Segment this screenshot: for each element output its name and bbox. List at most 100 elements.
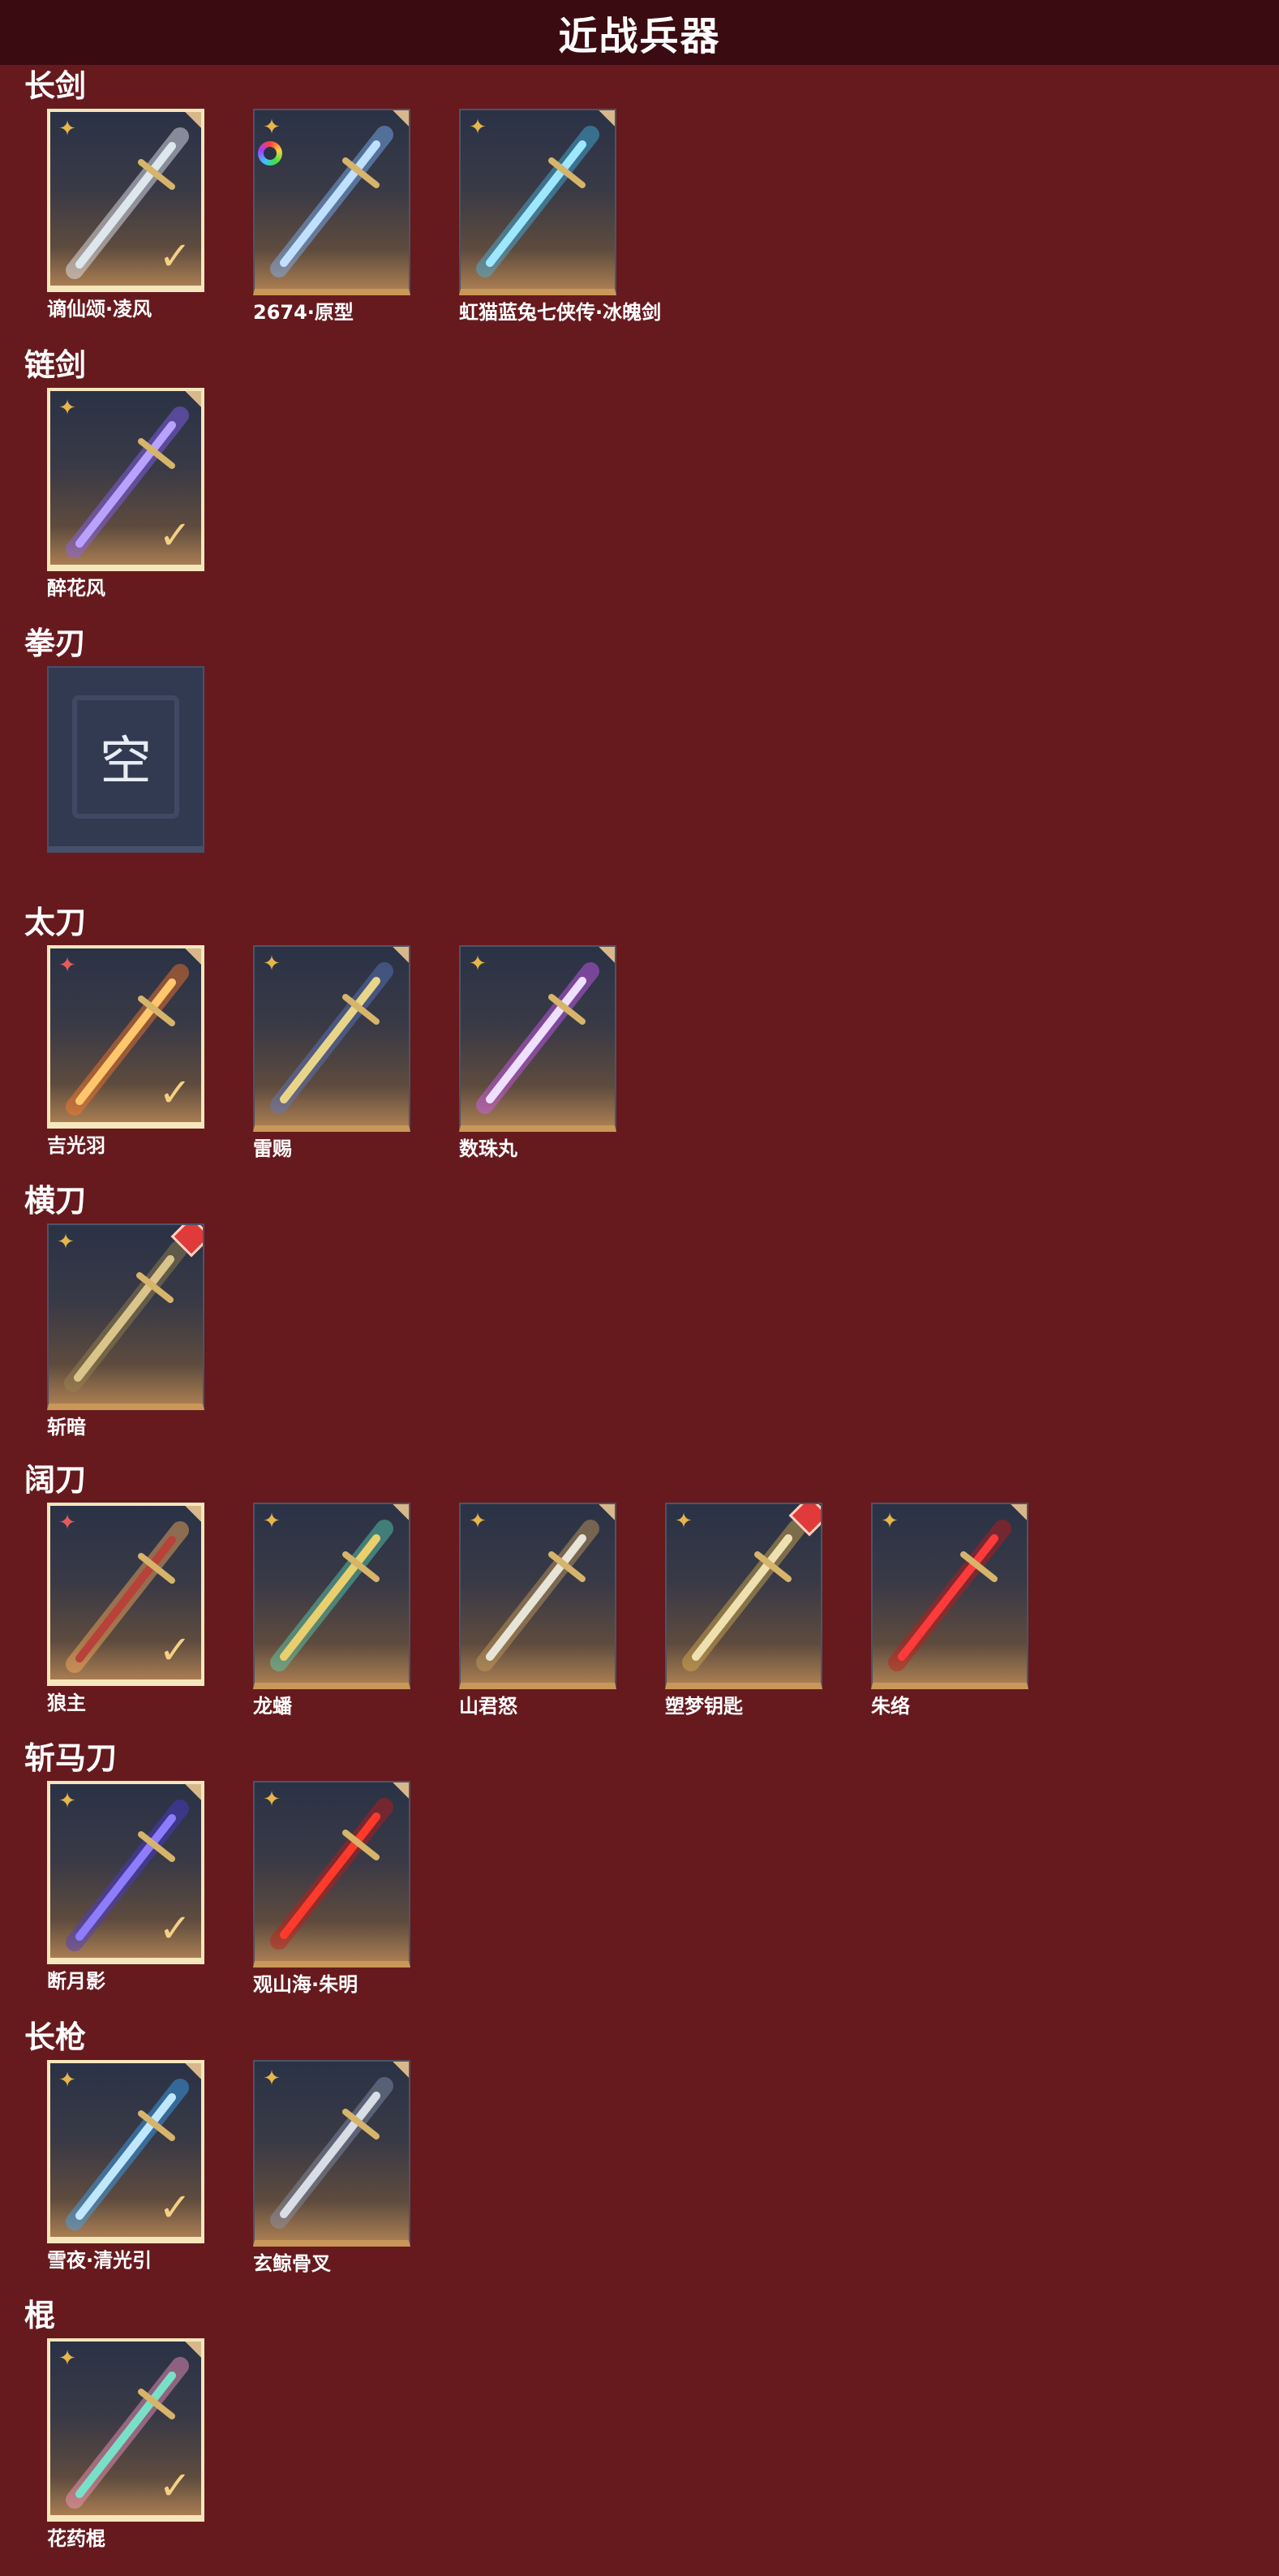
corner-mark-icon [183,1506,201,1524]
section-title: 长枪 [24,2019,87,2055]
weapon-blade [280,1813,380,1939]
weapon-item[interactable]: ✦ 塑梦钥匙 [665,1503,822,1718]
rarity-star-icon: ✦ [263,115,281,140]
weapon-row: ✦ ✓ 雪夜·清光引 ✦ 玄鲸骨叉 [47,2060,410,2276]
weapon-blade [280,2092,380,2218]
weapon-item[interactable]: ✦ 斩暗 [47,1223,204,1439]
weapon-card[interactable]: ✦ [459,109,616,295]
corner-mark-icon [597,1504,615,1522]
corner-mark-icon [183,1784,201,1802]
weapon-item[interactable]: ✦ ✓ 花药棍 [47,2338,204,2551]
weapon-card[interactable]: ✦ [253,1781,410,1967]
weapon-item[interactable]: ✦ ✓ 谪仙颂·凌风 [47,109,204,325]
corner-mark-icon [183,391,201,409]
section-title: 阔刀 [24,1462,87,1498]
weapon-card[interactable]: ✦ ✓ [47,1503,204,1686]
weapon-blade [280,977,380,1103]
weapon-card[interactable]: ✦ [871,1503,1028,1689]
section-7: 长枪 ✦ ✓ 雪夜·清光引 ✦ 玄鲸骨叉 [0,2019,1279,2287]
corner-mark-icon [183,2063,201,2081]
weapon-row: ✦ ✓ 谪仙颂·凌风 ✦ 2674·原型 ✦ 虹猫蓝兔七侠传·冰魄剑 [47,109,662,325]
weapon-name: 数珠丸 [459,1137,517,1160]
weapon-item[interactable]: ✦ ✓ 狼主 [47,1503,204,1718]
corner-mark-icon [391,947,409,965]
weapon-card[interactable]: ✦ [253,945,410,1132]
weapon-blade [280,140,380,267]
section-title: 棍 [24,2298,56,2333]
section-6: 斩马刀 ✦ ✓ 断月影 ✦ 观山海·朱明 [0,1740,1279,2008]
weapon-name: 斩暗 [47,1416,86,1439]
rarity-star-icon: ✦ [675,1509,693,1533]
section-4: 横刀 ✦ 斩暗 [0,1183,1279,1451]
weapon-card[interactable]: ✦ [459,1503,616,1689]
rarity-star-icon: ✦ [57,1230,75,1254]
weapon-item[interactable]: ✦ 山君怒 [459,1503,616,1718]
weapon-name: 吉光羽 [47,1134,105,1157]
weapon-item[interactable]: ✦ 雷赐 [253,945,410,1161]
weapon-row: ✦ ✓ 吉光羽 ✦ 雷赐 ✦ 数珠丸 [47,945,616,1161]
rarity-star-icon: ✦ [58,953,76,978]
weapon-item[interactable]: ✦ 2674·原型 [253,109,410,325]
weapon-card[interactable]: ✦ ✓ [47,2338,204,2522]
corner-mark-icon [597,947,615,965]
empty-slot[interactable]: 空 [47,666,204,858]
weapon-card[interactable]: ✦ ✓ [47,945,204,1129]
weapon-name: 狼主 [47,1692,86,1714]
weapon-card[interactable]: ✦ [665,1503,822,1689]
weapon-blade [486,977,586,1103]
weapon-name: 虹猫蓝兔七侠传·冰魄剑 [459,301,662,324]
weapon-card[interactable]: ✦ ✓ [47,109,204,292]
weapon-card[interactable]: 空 [47,666,204,853]
weapon-name: 雪夜·清光引 [47,2249,152,2272]
weapon-item[interactable]: ✦ ✓ 断月影 [47,1781,204,1997]
weapon-name: 谪仙颂·凌风 [47,298,152,320]
weapon-blade [74,1255,174,1382]
weapon-card[interactable]: ✦ [253,1503,410,1689]
checkmark-icon: ✓ [158,1906,191,1951]
section-5: 阔刀 ✦ ✓ 狼主 ✦ 龙蟠 ✦ 山君怒 ✦ 塑梦钥匙 ✦ 朱络 [0,1462,1279,1730]
weapon-name: 2674·原型 [253,301,354,324]
weapon-card[interactable]: ✦ [459,945,616,1132]
section-2: 拳刃空 [0,626,1279,893]
checkmark-icon: ✓ [158,2185,191,2230]
weapon-card[interactable]: ✦ ✓ [47,388,204,571]
weapon-item[interactable]: ✦ ✓ 雪夜·清光引 [47,2060,204,2276]
weapon-name: 塑梦钥匙 [665,1695,743,1718]
weapon-item[interactable]: ✦ 观山海·朱明 [253,1781,410,1997]
checkmark-icon: ✓ [158,1628,191,1673]
weapon-name: 醉花风 [47,577,105,600]
weapon-item[interactable]: ✦ 龙蟠 [253,1503,410,1718]
section-title: 长剑 [24,68,87,104]
weapon-row: 空 [47,666,204,858]
weapon-card[interactable]: ✦ [253,2060,410,2247]
empty-slot-icon: 空 [49,668,203,846]
weapon-card[interactable]: ✦ ✓ [47,2060,204,2243]
weapon-item[interactable]: ✦ 玄鲸骨叉 [253,2060,410,2276]
rarity-star-icon: ✦ [263,1509,281,1533]
weapon-blade [486,140,586,267]
rarity-star-icon: ✦ [58,2068,76,2092]
weapon-name: 龙蟠 [253,1695,292,1718]
weapon-card[interactable]: ✦ ✓ [47,1781,204,1964]
weapon-item[interactable]: ✦ ✓ 吉光羽 [47,945,204,1161]
section-title: 太刀 [24,905,87,940]
weapon-row: ✦ ✓ 醉花风 [47,388,204,600]
weapon-card[interactable]: ✦ [47,1223,204,1410]
rarity-star-icon: ✦ [881,1509,899,1533]
section-title: 链剑 [24,347,87,383]
weapon-item[interactable]: ✦ ✓ 醉花风 [47,388,204,600]
title-bar: 近战兵器 [0,0,1279,65]
rarity-star-icon: ✦ [58,396,76,420]
weapon-item[interactable]: ✦ 数珠丸 [459,945,616,1161]
weapon-item[interactable]: ✦ 朱络 [871,1503,1028,1718]
page-title: 近战兵器 [558,14,721,59]
weapon-item[interactable]: ✦ 虹猫蓝兔七侠传·冰魄剑 [459,109,662,325]
weapon-row: ✦ 斩暗 [47,1223,204,1439]
weapon-name: 观山海·朱明 [253,1973,358,1996]
weapon-name: 花药棍 [47,2527,105,2550]
corner-mark-icon [597,110,615,128]
section-1: 链剑 ✦ ✓ 醉花风 [0,347,1279,615]
weapon-blade [280,1534,380,1661]
section-8: 棍 ✦ ✓ 花药棍 [0,2298,1279,2565]
weapon-card[interactable]: ✦ [253,109,410,295]
